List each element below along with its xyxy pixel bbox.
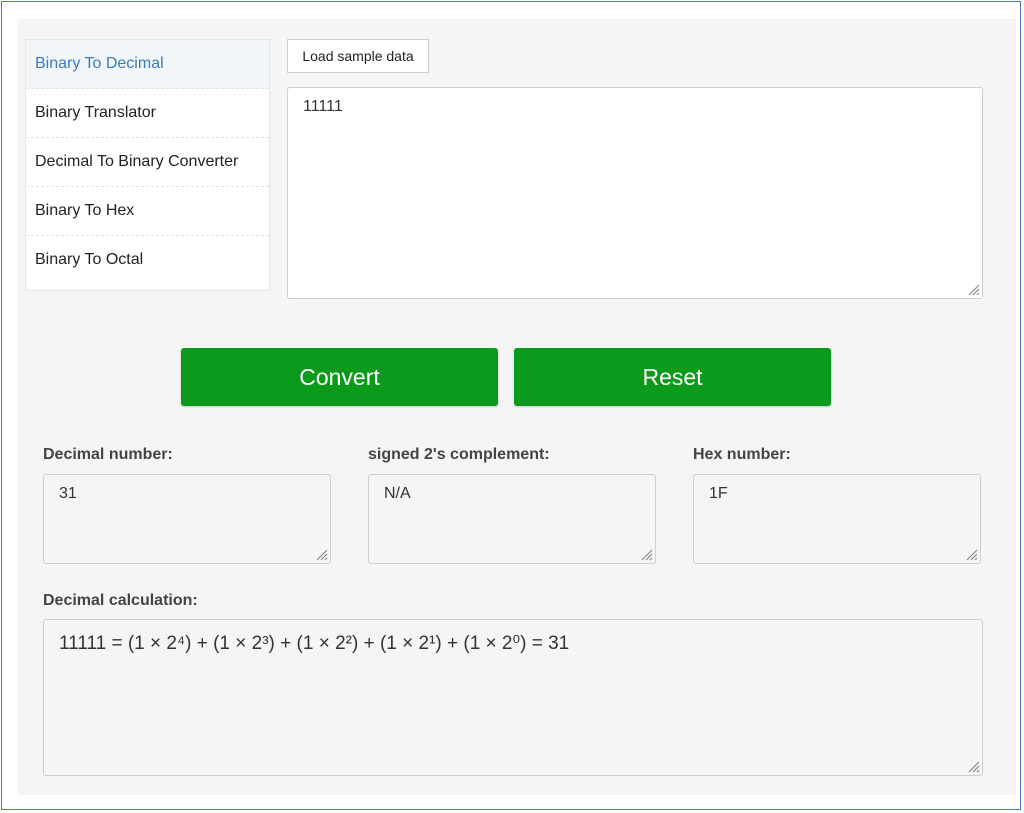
twos-complement-output-value: N/A	[384, 485, 411, 502]
decimal-output-field[interactable]: 31	[43, 474, 331, 564]
sidebar-item-binary-to-hex[interactable]: Binary To Hex	[26, 187, 269, 236]
resize-grip-icon[interactable]	[966, 282, 980, 296]
binary-input-value: 11111	[303, 98, 343, 115]
decimal-calculation-label: Decimal calculation:	[43, 592, 198, 609]
sidebar-item-binary-translator[interactable]: Binary Translator	[26, 89, 269, 138]
decimal-output-value: 31	[59, 485, 77, 502]
convert-button[interactable]: Convert	[181, 348, 498, 406]
twos-complement-output-field[interactable]: N/A	[368, 474, 656, 564]
resize-grip-icon[interactable]	[639, 547, 653, 561]
hex-output-value: 1F	[709, 485, 728, 502]
load-sample-button[interactable]: Load sample data	[287, 39, 429, 73]
binary-input-textarea[interactable]: 11111	[287, 87, 983, 299]
hex-number-label: Hex number:	[693, 446, 791, 463]
resize-grip-icon[interactable]	[964, 547, 978, 561]
window-frame: Binary To Decimal Binary Translator Deci…	[1, 1, 1021, 810]
sidebar-item-decimal-to-binary[interactable]: Decimal To Binary Converter	[26, 138, 269, 187]
twos-complement-label: signed 2's complement:	[368, 446, 550, 463]
resize-grip-icon[interactable]	[966, 759, 980, 773]
decimal-number-label: Decimal number:	[43, 446, 173, 463]
decimal-calculation-field[interactable]: 11111 = (1 × 2⁴) + (1 × 2³) + (1 × 2²) +…	[43, 619, 983, 776]
decimal-calculation-value: 11111 = (1 × 2⁴) + (1 × 2³) + (1 × 2²) +…	[59, 633, 570, 654]
converter-sidebar: Binary To Decimal Binary Translator Deci…	[25, 39, 270, 291]
converter-panel: Binary To Decimal Binary Translator Deci…	[18, 19, 1016, 795]
sidebar-item-binary-to-decimal[interactable]: Binary To Decimal	[26, 40, 269, 89]
reset-button[interactable]: Reset	[514, 348, 831, 406]
resize-grip-icon[interactable]	[314, 547, 328, 561]
hex-output-field[interactable]: 1F	[693, 474, 981, 564]
sidebar-item-binary-to-octal[interactable]: Binary To Octal	[26, 236, 269, 285]
